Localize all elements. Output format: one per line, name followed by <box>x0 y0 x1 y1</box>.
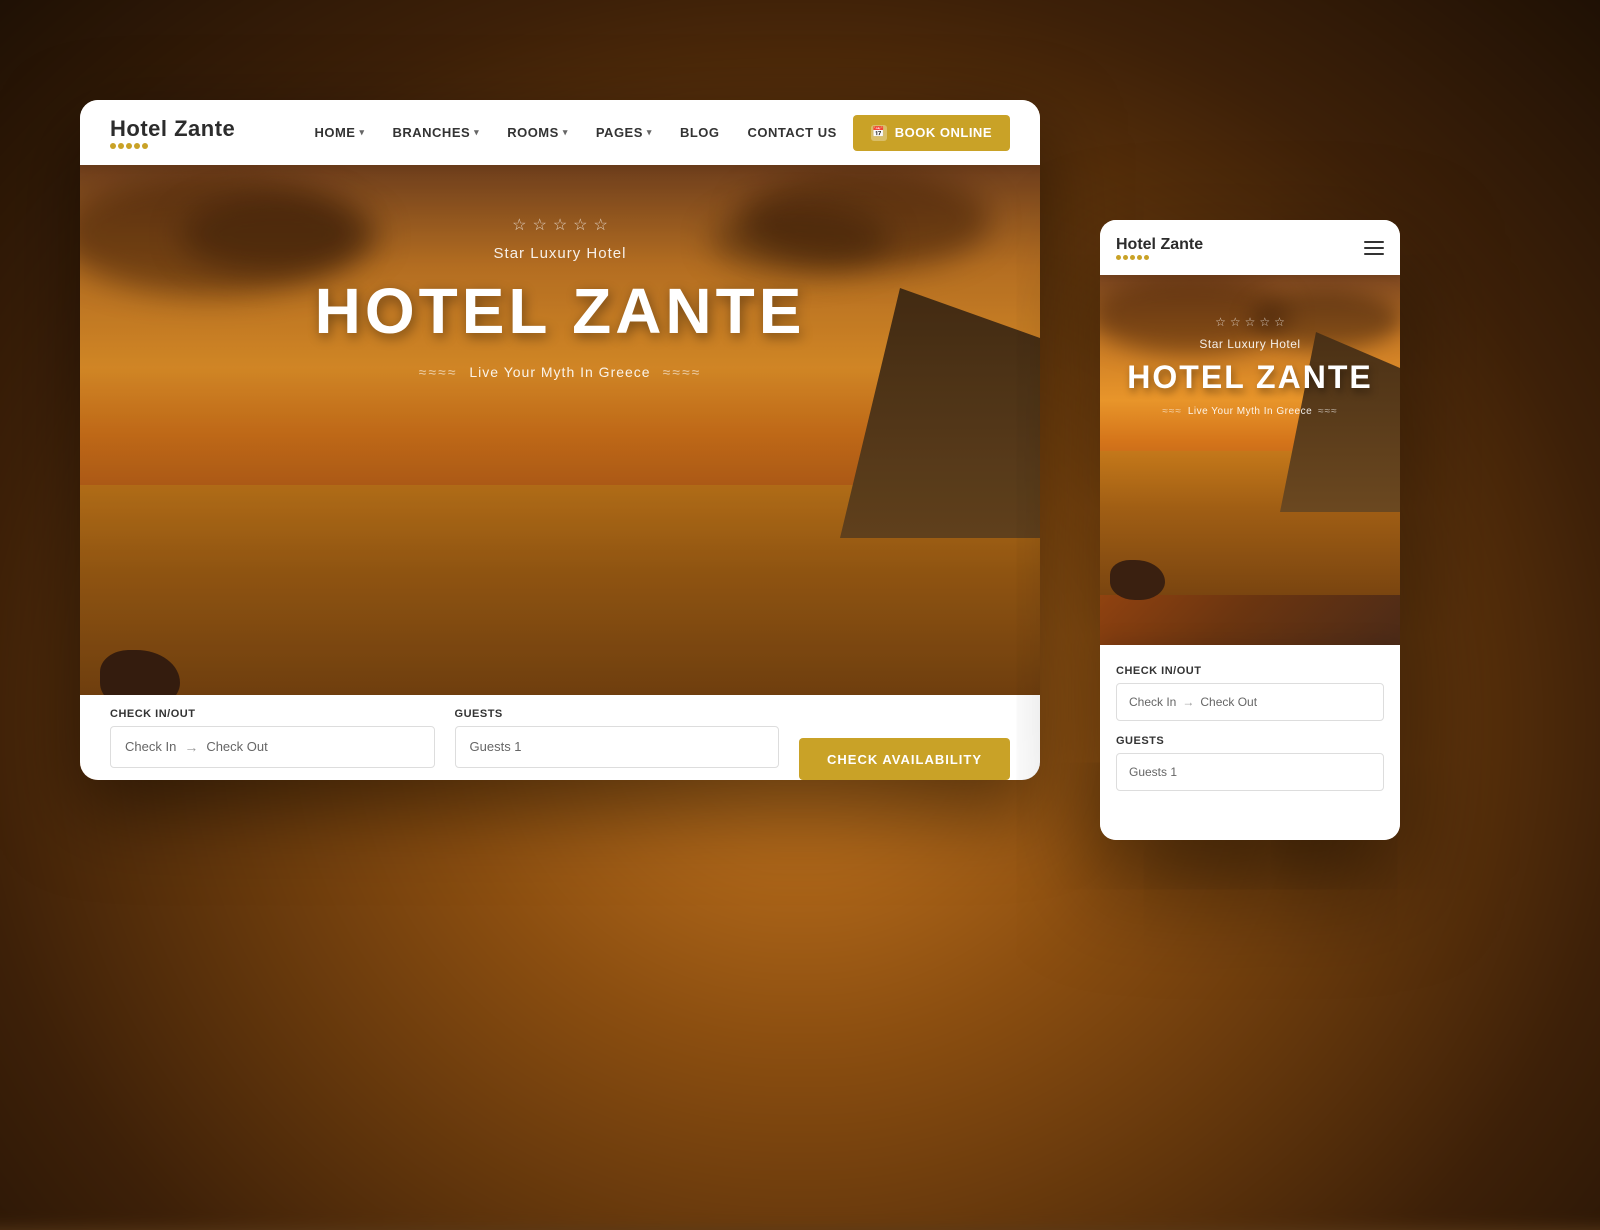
desktop-logo-stars <box>110 143 235 149</box>
star-dot-2 <box>118 143 124 149</box>
nav-item-rooms[interactable]: ROOMS ▾ <box>507 125 568 140</box>
nav-link-branches[interactable]: BRANCHES ▾ <box>392 125 479 140</box>
nav-link-blog[interactable]: BLOG <box>680 125 720 140</box>
checkin-label: Check In/Out <box>110 708 435 720</box>
chevron-down-icon: ▾ <box>647 127 652 138</box>
arrow-right-icon: → <box>184 739 198 755</box>
chevron-down-icon: ▾ <box>474 127 479 138</box>
guests-input[interactable]: Guests 1 <box>455 726 780 768</box>
star-2: ☆ <box>532 215 546 235</box>
mobile-star-1: ☆ <box>1215 315 1226 329</box>
mobile-hero-tagline: Live Your Myth In Greece <box>1188 406 1312 417</box>
desktop-hero: ☆ ☆ ☆ ☆ ☆ Star Luxury Hotel HOTEL ZANTE … <box>80 165 1040 780</box>
star-5: ☆ <box>594 215 608 235</box>
mobile-checkin-label: Check In/Out <box>1116 665 1384 677</box>
nav-item-pages[interactable]: PAGES ▾ <box>596 125 652 140</box>
mobile-logo-text: Hotel Zante <box>1116 236 1364 254</box>
chevron-down-icon: ▾ <box>359 127 364 138</box>
nav-item-branches[interactable]: BRANCHES ▾ <box>392 125 479 140</box>
mobile-checkin-field: Check In/Out Check In → Check Out <box>1116 665 1384 721</box>
nav-item-blog[interactable]: BLOG <box>680 125 720 140</box>
star-dot-4 <box>134 143 140 149</box>
book-online-button[interactable]: 📅 BOOK ONLINE <box>853 115 1010 151</box>
mobile-dot-5 <box>1144 255 1149 260</box>
chevron-down-icon: ▾ <box>563 127 568 138</box>
checkin-field: Check In/Out Check In → Check Out <box>110 708 435 768</box>
nav-link-rooms[interactable]: ROOMS ▾ <box>507 125 568 140</box>
desktop-navbar: Hotel Zante HOME ▾ BRANCHES ▾ <box>80 100 1040 165</box>
desktop-logo: Hotel Zante <box>110 116 235 149</box>
guests-label: Guests <box>455 708 780 720</box>
hero-star-rating: ☆ ☆ ☆ ☆ ☆ <box>80 215 1040 235</box>
mobile-hero-content: ☆ ☆ ☆ ☆ ☆ Star Luxury Hotel HOTEL ZANTE … <box>1100 315 1400 417</box>
nav-link-home[interactable]: HOME ▾ <box>314 125 364 140</box>
desktop-mockup: Hotel Zante HOME ▾ BRANCHES ▾ <box>80 100 1040 780</box>
mobile-star-4: ☆ <box>1259 315 1270 329</box>
mobile-dot-4 <box>1137 255 1142 260</box>
mobile-dot-1 <box>1116 255 1121 260</box>
check-availability-button[interactable]: CHECK AVAILABILITY <box>799 738 1010 780</box>
mobile-checkin-input[interactable]: Check In → Check Out <box>1116 683 1384 721</box>
nav-link-pages[interactable]: PAGES ▾ <box>596 125 652 140</box>
hero-tagline: Live Your Myth In Greece <box>469 364 650 380</box>
mobile-dot-3 <box>1130 255 1135 260</box>
mobile-guests-label: Guests <box>1116 735 1384 747</box>
hero-subtitle: Star Luxury Hotel <box>80 245 1040 262</box>
hero-content: ☆ ☆ ☆ ☆ ☆ Star Luxury Hotel HOTEL ZANTE … <box>80 215 1040 380</box>
star-4: ☆ <box>573 215 587 235</box>
star-dot-3 <box>126 143 132 149</box>
star-3: ☆ <box>553 215 567 235</box>
mobile-mockup: Hotel Zante ☆ ☆ ☆ <box>1100 220 1400 840</box>
mobile-star-rating: ☆ ☆ ☆ ☆ ☆ <box>1110 315 1390 329</box>
hamburger-line-1 <box>1364 241 1384 243</box>
nav-links: HOME ▾ BRANCHES ▾ ROOMS ▾ PAGES ▾ <box>314 125 836 140</box>
mobile-rocks <box>1110 560 1165 600</box>
mobile-star-2: ☆ <box>1230 315 1241 329</box>
hamburger-menu-button[interactable] <box>1364 241 1384 255</box>
hero-title: HOTEL ZANTE <box>80 274 1040 348</box>
star-dot-5 <box>142 143 148 149</box>
star-1: ☆ <box>512 215 526 235</box>
mobile-arrow-right-icon: → <box>1182 695 1194 709</box>
nav-item-home[interactable]: HOME ▾ <box>314 125 364 140</box>
wave-left-icon: ≈≈≈≈ <box>419 364 458 380</box>
mobile-hero-title: HOTEL ZANTE <box>1110 359 1390 396</box>
mobile-wave-left-icon: ≈≈≈ <box>1162 406 1181 417</box>
nav-link-contact[interactable]: CONTACT US <box>748 125 837 140</box>
mobile-wave-right-icon: ≈≈≈ <box>1318 406 1337 417</box>
mobile-guests-field: Guests Guests 1 <box>1116 735 1384 791</box>
wave-right-icon: ≈≈≈≈ <box>663 364 702 380</box>
hamburger-line-3 <box>1364 253 1384 255</box>
mobile-hero-subtitle: Star Luxury Hotel <box>1110 337 1390 351</box>
mobile-dot-2 <box>1123 255 1128 260</box>
mobile-star-3: ☆ <box>1245 315 1256 329</box>
mobile-logo-dots <box>1116 255 1364 260</box>
hamburger-line-2 <box>1364 247 1384 249</box>
star-dot-1 <box>110 143 116 149</box>
mobile-logo: Hotel Zante <box>1116 236 1364 260</box>
mobile-hero: ☆ ☆ ☆ ☆ ☆ Star Luxury Hotel HOTEL ZANTE … <box>1100 275 1400 655</box>
mobile-guests-input[interactable]: Guests 1 <box>1116 753 1384 791</box>
hero-tagline-row: ≈≈≈≈ Live Your Myth In Greece ≈≈≈≈ <box>80 364 1040 380</box>
mobile-booking-panel: Check In/Out Check In → Check Out Guests… <box>1100 645 1400 840</box>
guests-field: Guests Guests 1 <box>455 708 780 768</box>
desktop-logo-text: Hotel Zante <box>110 116 235 142</box>
calendar-icon: 📅 <box>871 125 887 141</box>
mobile-hero-tagline-row: ≈≈≈ Live Your Myth In Greece ≈≈≈ <box>1110 406 1390 417</box>
desktop-booking-bar: Check In/Out Check In → Check Out Guests… <box>80 695 1040 780</box>
checkin-input[interactable]: Check In → Check Out <box>110 726 435 768</box>
mobile-navbar: Hotel Zante <box>1100 220 1400 275</box>
mobile-star-5: ☆ <box>1274 315 1285 329</box>
nav-item-contact[interactable]: CONTACT US <box>748 125 837 140</box>
